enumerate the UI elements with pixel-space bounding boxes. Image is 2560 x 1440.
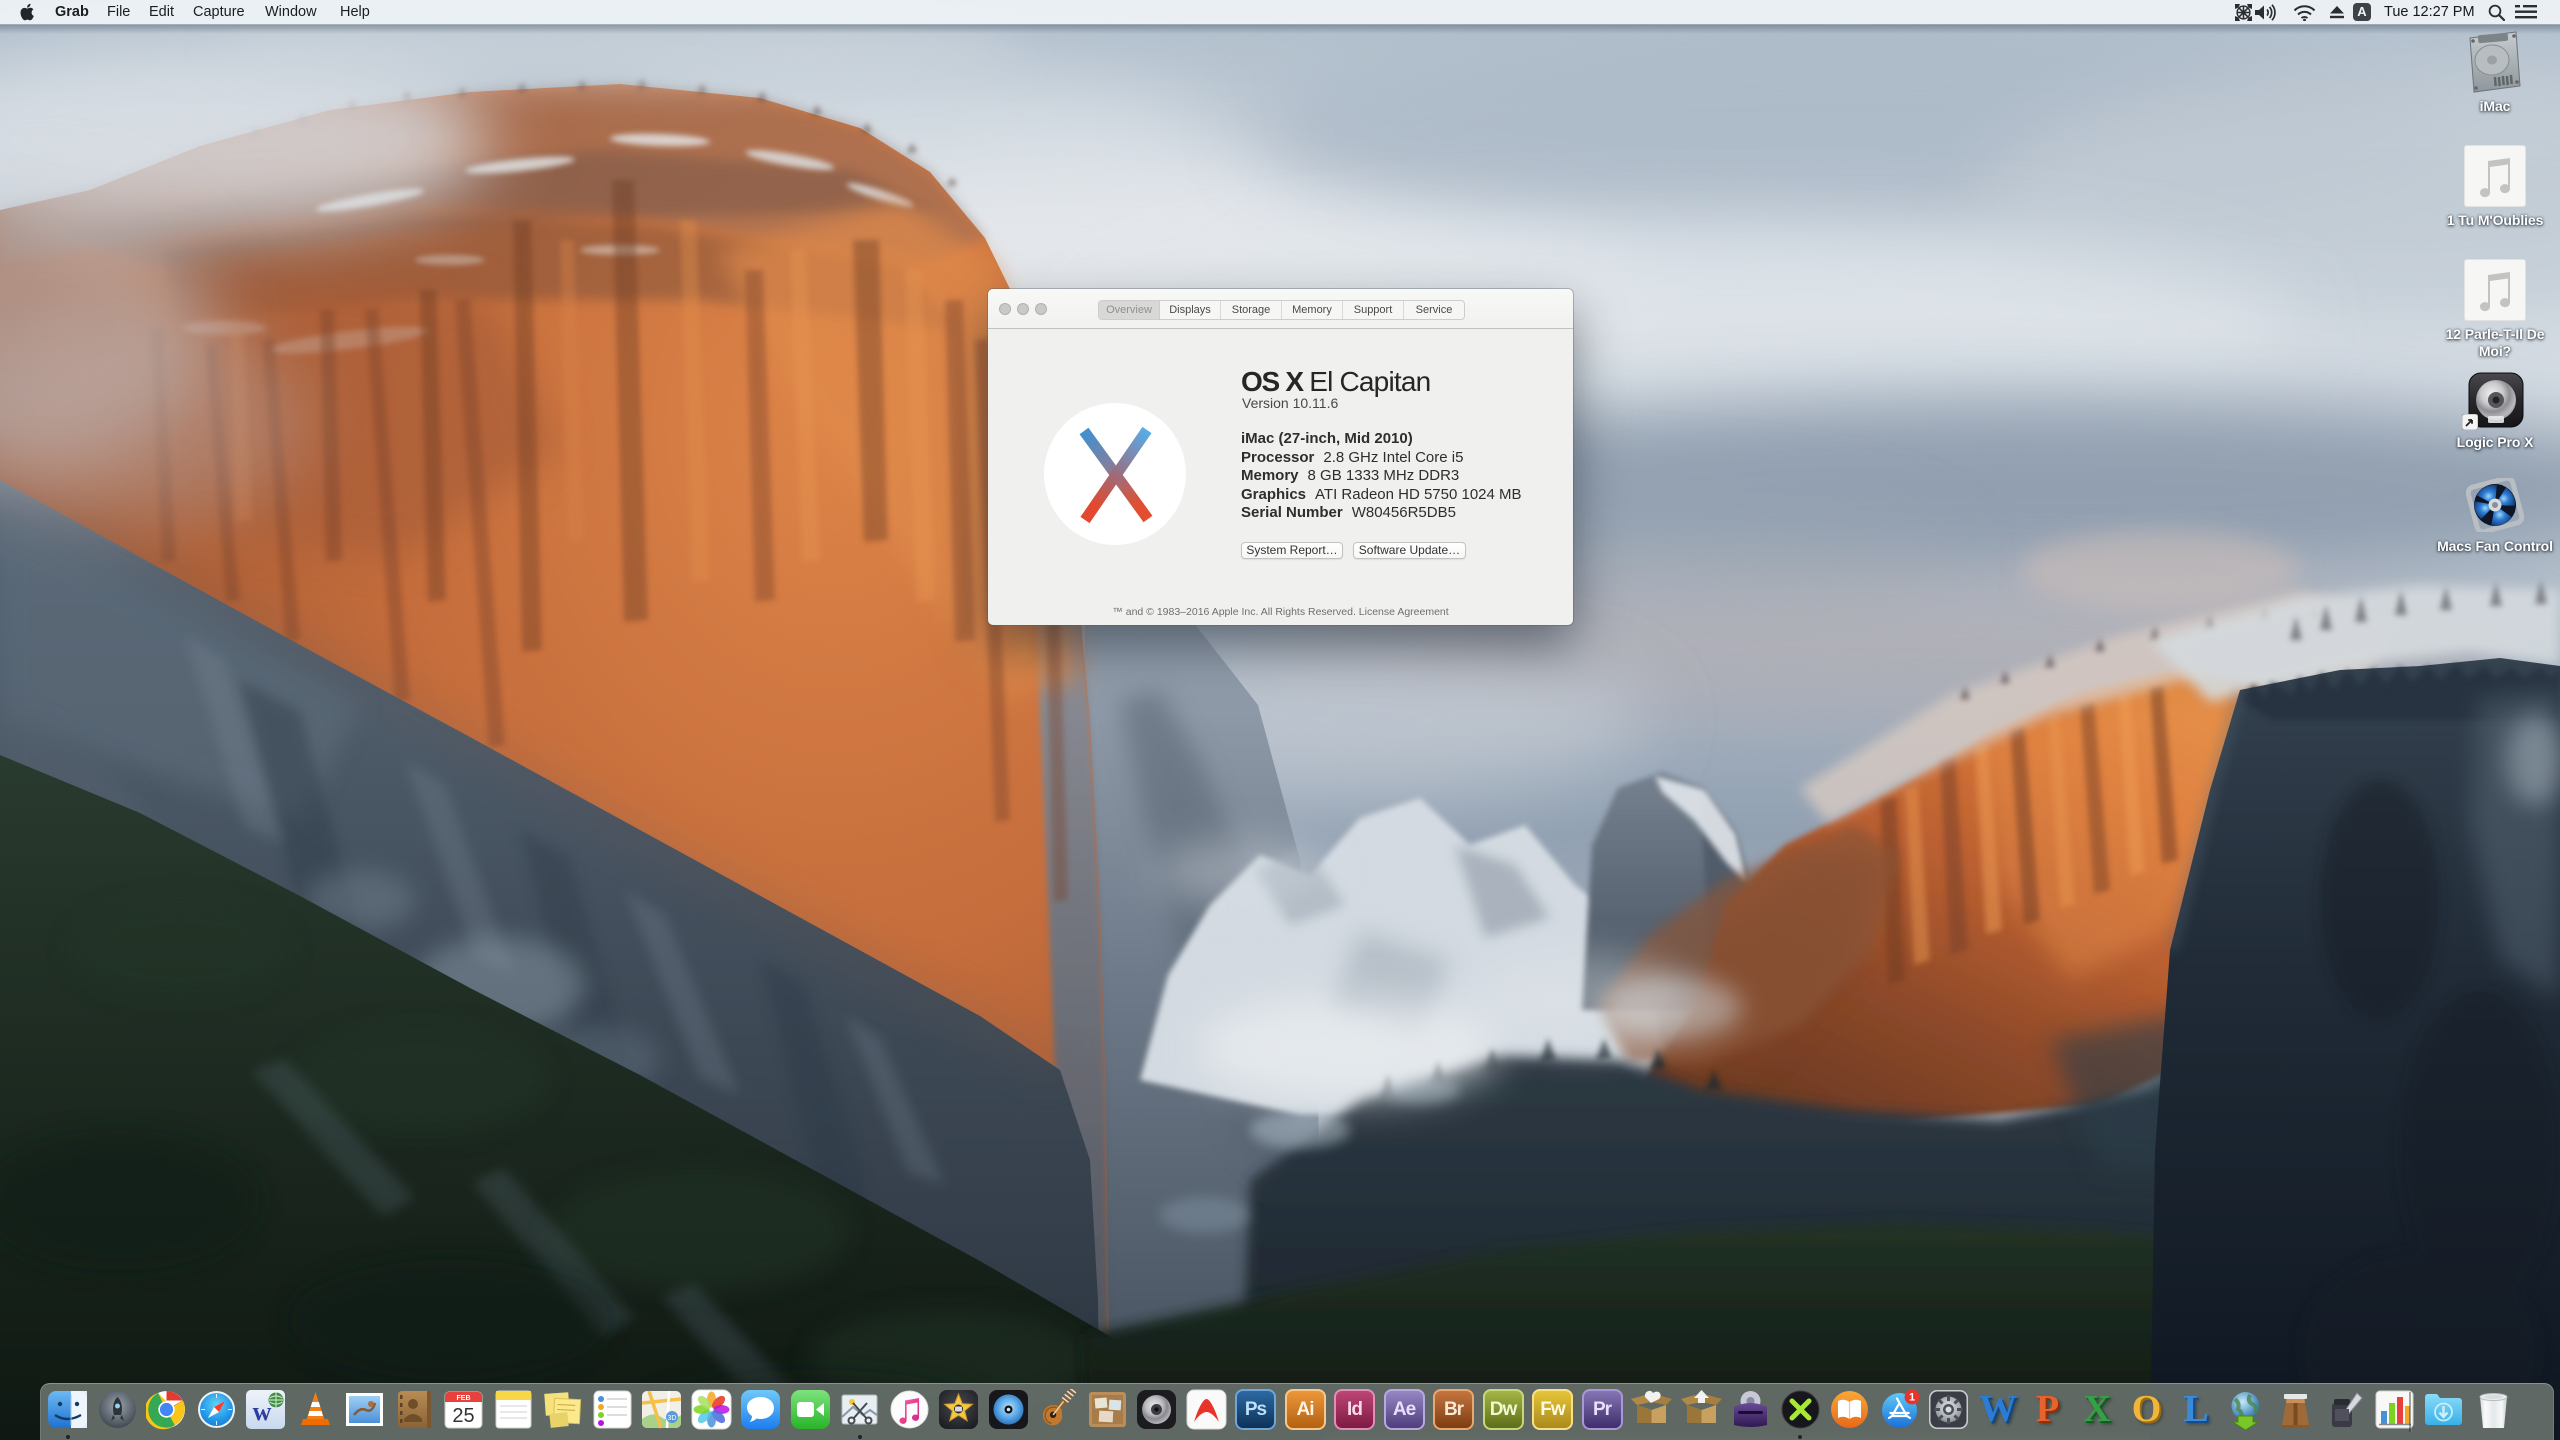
svg-text:FEB: FEB <box>457 1395 471 1402</box>
svg-text:25: 25 <box>452 1405 474 1427</box>
svg-text:3D: 3D <box>668 1415 677 1422</box>
svg-text:1: 1 <box>1908 1392 1914 1404</box>
